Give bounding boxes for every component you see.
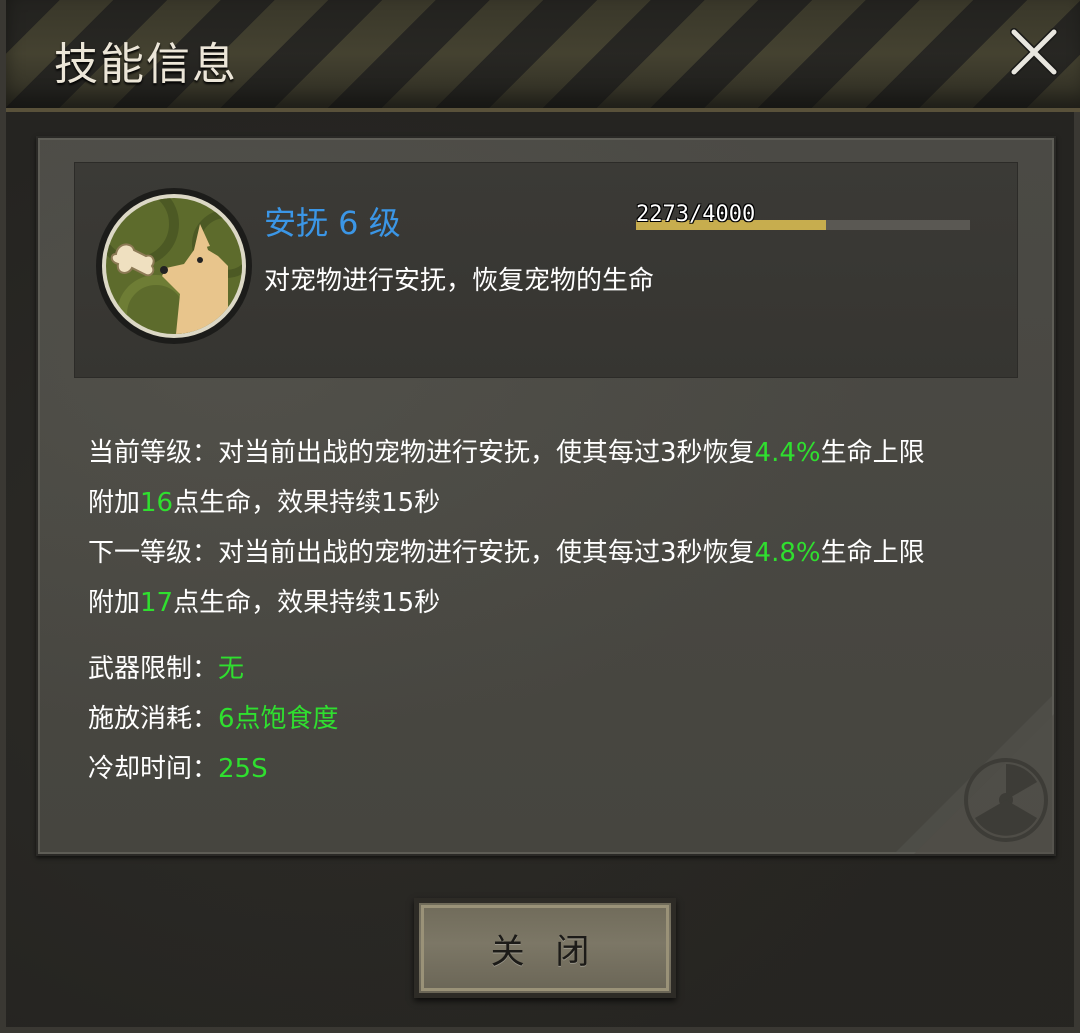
property-cast-cost: 施放消耗：6点饱食度 [88,694,339,744]
current-level-mid: 生命上限 [820,438,925,468]
dialog-header: 技能信息 [6,0,1080,112]
property-label: 武器限制： [88,654,219,684]
radiation-icon [894,694,1054,854]
skill-name: 安抚 6 级 [264,204,401,242]
next-level-line-1: 下一等级：对当前出战的宠物进行安抚，使其每过3秒恢复4.8%生命上限 [88,528,1018,578]
next-level-prefix: 下一等级：对当前出战的宠物进行安抚，使其每过3秒恢复 [88,538,755,568]
dialog-title: 技能信息 [54,39,238,90]
property-weapon-limit: 武器限制：无 [88,644,339,694]
next-level-mid: 生命上限 [820,538,925,568]
corner-decoration [894,674,1054,854]
current-level-line-1: 当前等级：对当前出战的宠物进行安抚，使其每过3秒恢复4.4%生命上限 [88,428,1018,478]
current-level-percent: 4.4% [754,438,821,468]
property-cooldown: 冷却时间：25S [88,744,339,794]
current-level-points: 16 [140,488,174,518]
next-level-line2-prefix: 附加 [88,588,141,618]
current-level-suffix: 点生命，效果持续15秒 [173,488,441,518]
close-button-label: 关 闭 [490,931,600,972]
current-level-line-2: 附加16点生命，效果持续15秒 [88,478,1018,528]
current-level-line2-prefix: 附加 [88,488,141,518]
level-descriptions: 当前等级：对当前出战的宠物进行安抚，使其每过3秒恢复4.4%生命上限 附加16点… [88,428,1018,628]
skill-properties: 武器限制：无 施放消耗：6点饱食度 冷却时间：25S [88,644,339,794]
property-value: 无 [218,654,245,684]
close-button[interactable]: 关 闭 [414,898,676,998]
skill-info-dialog: 技能信息 安抚 6 级 对宠物进行安抚，恢复宠物的生命 2273/4000 当前… [0,0,1080,1033]
close-icon[interactable] [1006,24,1062,80]
property-value: 25S [218,754,268,784]
skill-detail-panel: 安抚 6 级 对宠物进行安抚，恢复宠物的生命 2273/4000 当前等级：对当… [36,136,1056,856]
property-label: 施放消耗： [88,704,219,734]
next-level-percent: 4.8% [754,538,821,568]
current-level-prefix: 当前等级：对当前出战的宠物进行安抚，使其每过3秒恢复 [88,438,755,468]
next-level-points: 17 [140,588,174,618]
skill-summary: 安抚 6 级 对宠物进行安抚，恢复宠物的生命 2273/4000 [74,162,1018,378]
xp-progress-text: 2273/4000 [636,202,756,227]
property-value: 6点饱食度 [218,704,339,734]
dog-pet-icon [96,188,252,344]
next-level-suffix: 点生命，效果持续15秒 [173,588,441,618]
next-level-line-2: 附加17点生命，效果持续15秒 [88,578,1018,628]
skill-description: 对宠物进行安抚，恢复宠物的生命 [264,266,655,296]
property-label: 冷却时间： [88,754,219,784]
